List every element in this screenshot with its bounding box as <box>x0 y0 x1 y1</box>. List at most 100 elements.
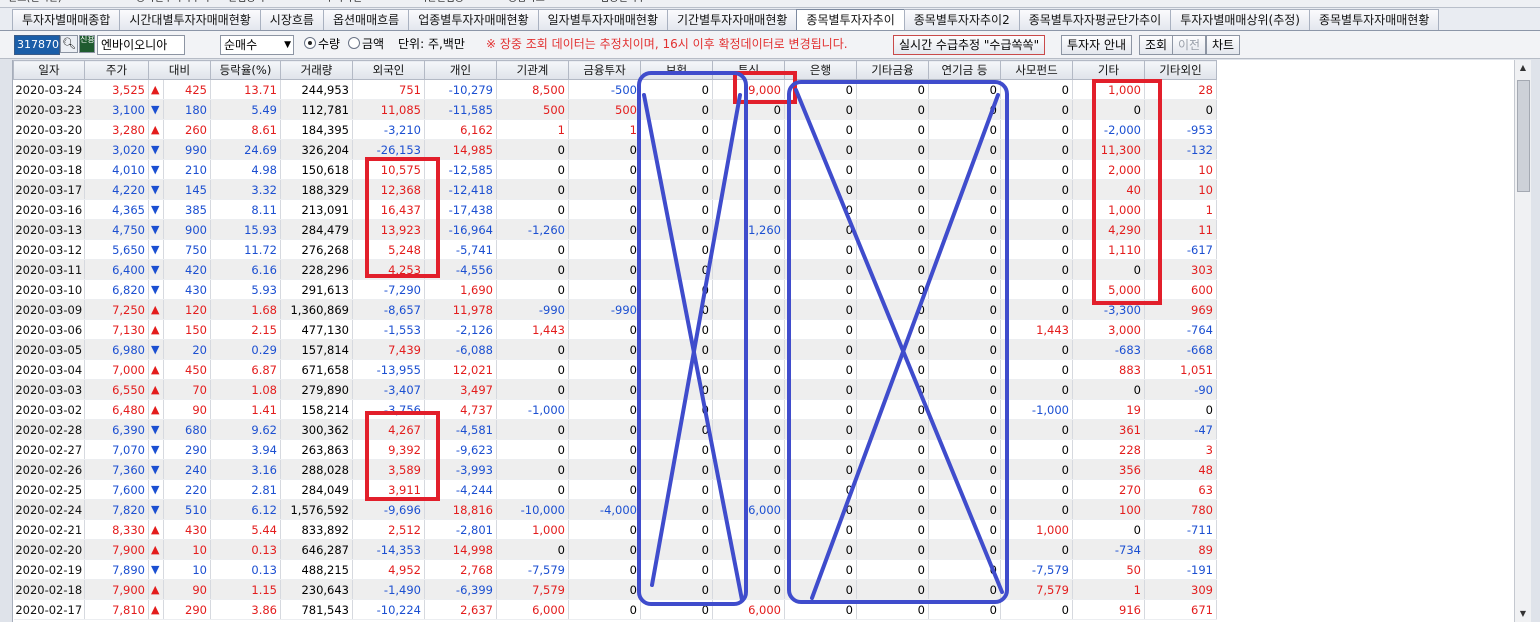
tab-0[interactable]: 투자자별매매종합 <box>12 9 121 30</box>
cell-investor-value: 0 <box>856 219 929 240</box>
table-row[interactable]: 2020-03-24 3,525 ▲ 425 13.71 244,953 751 -10,27… <box>13 79 1217 100</box>
table-row[interactable]: 2020-03-11 6,400 ▼ 420 6.16 228,296 4,253 -4,55… <box>13 259 1217 280</box>
cell-investor-value: 7,439 <box>352 339 425 360</box>
tab-2[interactable]: 시장흐름 <box>259 9 324 30</box>
table-row[interactable]: 2020-02-19 7,890 ▼ 10 0.13 488,215 4,952 2,768-… <box>13 559 1217 580</box>
window-tab-top[interactable]: 기간별업종 <box>418 0 464 5</box>
table-row[interactable]: 2020-02-27 7,070 ▼ 290 3.94 263,863 9,392 -9,62… <box>13 439 1217 460</box>
table-row[interactable]: 2020-03-16 4,365 ▼ 385 8.11 213,091 16,437 -17,… <box>13 199 1217 220</box>
column-header[interactable]: 일자 <box>13 60 85 80</box>
tab-1[interactable]: 시간대별투자자매매현황 <box>119 9 261 30</box>
cell-date: 2020-03-17 <box>13 179 85 200</box>
cell-investor-value: -11,585 <box>424 99 497 120</box>
table-row[interactable]: 2020-02-20 7,900 ▲ 10 0.13 646,287 -14,353 14,9… <box>13 539 1217 560</box>
table-row[interactable]: 2020-03-19 3,020 ▼ 990 24.69 326,204 -26,153 14… <box>13 139 1217 160</box>
query-button[interactable]: 조회 <box>1139 35 1174 55</box>
column-header[interactable]: 등락율(%) <box>210 60 281 80</box>
cell-investor-value: 0 <box>712 579 785 600</box>
radio-amount[interactable]: 금액 <box>348 35 384 53</box>
realtime-supply-button[interactable]: 실시간 수급추정 "수급쏙쏙" <box>893 35 1046 55</box>
cell-investor-value: 0 <box>496 479 569 500</box>
cell-investor-value: 0 <box>712 99 785 120</box>
window-tab-top[interactable]: 종합차트 <box>508 0 545 5</box>
investor-guide-button[interactable]: 투자자 안내 <box>1061 35 1133 55</box>
column-header[interactable]: 거래량 <box>280 60 353 80</box>
scroll-down-icon[interactable]: ▼ <box>1515 606 1531 622</box>
cell-investor-value: 0 <box>928 559 1001 580</box>
vertical-scrollbar[interactable]: ▲ ▼ <box>1514 60 1531 622</box>
column-header[interactable]: 기타 <box>1072 60 1145 80</box>
table-row[interactable]: 2020-02-24 7,820 ▼ 510 6.12 1,576,592 -9,696 18… <box>13 499 1217 520</box>
column-header[interactable]: 금융투자 <box>568 60 641 80</box>
column-header[interactable]: 주가 <box>84 60 149 80</box>
column-header[interactable]: 기관계 <box>496 60 569 80</box>
cell-rate: 1.08 <box>210 379 281 400</box>
table-row[interactable]: 2020-03-23 3,100 ▼ 180 5.49 112,781 11,085 -11,… <box>13 99 1217 120</box>
table-row[interactable]: 2020-03-02 6,480 ▲ 90 1.41 158,214 -3,756 4,737… <box>13 399 1217 420</box>
cell-diff: 120 <box>163 299 211 320</box>
column-header[interactable]: 보험 <box>640 60 713 80</box>
table-row[interactable]: 2020-02-18 7,900 ▲ 90 1.15 230,643 -1,490 -6,39… <box>13 579 1217 600</box>
table-row[interactable]: 2020-02-17 7,810 ▲ 290 3.86 781,543 -10,224 2,6… <box>13 599 1217 620</box>
radio-qty[interactable]: 수량 <box>304 35 340 53</box>
table-row[interactable]: 2020-02-26 7,360 ▼ 240 3.16 288,028 3,589 -3,99… <box>13 459 1217 480</box>
tab-10[interactable]: 투자자별매매상위(추정) <box>1170 9 1310 30</box>
cell-date: 2020-02-28 <box>13 419 85 440</box>
cell-rate: 4.98 <box>210 159 281 180</box>
column-header[interactable]: 외국인 <box>352 60 425 80</box>
cell-investor-value: 500 <box>568 99 641 120</box>
tab-11[interactable]: 종목별투자자매매현황 <box>1308 9 1440 30</box>
table-row[interactable]: 2020-03-03 6,550 ▲ 70 1.08 279,890 -3,407 3,497… <box>13 379 1217 400</box>
tab-5[interactable]: 일자별투자자매매현황 <box>537 9 669 30</box>
tab-4[interactable]: 업종별투자자매매현황 <box>408 9 539 30</box>
cell-investor-value: 7,579 <box>1000 579 1073 600</box>
scrollbar-thumb[interactable] <box>1517 80 1530 192</box>
magnifier-icon[interactable]: 🔍︎ <box>60 35 78 53</box>
cell-price: 6,980 <box>84 339 149 360</box>
table-row[interactable]: 2020-03-20 3,280 ▲ 260 8.61 184,395 -3,210 6,16… <box>13 119 1217 140</box>
table-row[interactable]: 2020-03-17 4,220 ▼ 145 3.32 188,329 12,368 -12,… <box>13 179 1217 200</box>
cell-investor-value: 1 <box>1144 199 1217 220</box>
tab-8[interactable]: 종목별투자자추이2 <box>903 9 1020 30</box>
prev-button[interactable]: 이전 <box>1172 35 1207 55</box>
column-header[interactable]: 기타금융 <box>856 60 929 80</box>
tab-6[interactable]: 기간별투자자매매현황 <box>667 9 798 30</box>
table-row[interactable]: 2020-03-06 7,130 ▲ 150 2.15 477,130 -1,553 -2,1… <box>13 319 1217 340</box>
table-row[interactable]: 2020-03-18 4,010 ▼ 210 4.98 150,618 10,575 -12,… <box>13 159 1217 180</box>
table-row[interactable]: 2020-02-28 6,390 ▼ 680 9.62 300,362 4,267 -4,58… <box>13 419 1217 440</box>
chart-button[interactable]: 차트 <box>1206 35 1241 55</box>
tab-3[interactable]: 옵션매매흐름 <box>322 9 410 30</box>
mode-select[interactable]: 순매수 ▼ <box>220 35 294 55</box>
tab-7[interactable]: 종목별투자자추이 <box>796 9 905 30</box>
cell-investor-value: 0 <box>928 219 1001 240</box>
table-row[interactable]: 2020-02-25 7,600 ▼ 220 2.81 284,049 3,911 -4,24… <box>13 479 1217 500</box>
table-row[interactable]: 2020-03-04 7,000 ▲ 450 6.87 671,658 -13,955 12,… <box>13 359 1217 380</box>
column-header[interactable]: 은행 <box>784 60 857 80</box>
table-row[interactable]: 2020-03-12 5,650 ▼ 750 11.72 276,268 5,248 -5,7… <box>13 239 1217 260</box>
cell-investor-value: 0 <box>1000 239 1073 260</box>
cell-investor-value: 0 <box>928 199 1001 220</box>
scroll-up-icon[interactable]: ▲ <box>1515 60 1531 76</box>
column-header[interactable]: 투신 <box>712 60 785 80</box>
cell-investor-value: 0 <box>1144 99 1217 120</box>
window-tab-top[interactable]: 관심종목 <box>228 0 265 5</box>
table-row[interactable]: 2020-02-21 8,330 ▲ 430 5.44 833,892 2,512 -2,80… <box>13 519 1217 540</box>
column-header[interactable]: 대비 <box>148 60 211 80</box>
stock-name-field[interactable]: 엔바이오니아 <box>97 35 185 55</box>
table-row[interactable]: 2020-03-05 6,980 ▼ 20 0.29 157,814 7,439 -6,088… <box>13 339 1217 360</box>
window-tab-top[interactable]: 업종별지수 <box>600 0 646 5</box>
stock-code-input[interactable]: 317870 <box>14 35 60 55</box>
table-row[interactable]: 2020-03-09 7,250 ▲ 120 1.68 1,360,869 -8,657 11… <box>13 299 1217 320</box>
tab-9[interactable]: 종목별투자자평균단가추이 <box>1018 9 1172 30</box>
table-row[interactable]: 2020-03-10 6,820 ▼ 430 5.93 291,613 -7,290 1,69… <box>13 279 1217 300</box>
column-header[interactable]: 개인 <box>424 60 497 80</box>
triangle-up-icon: ▲ <box>148 519 164 540</box>
window-tab-top[interactable]: 잔고(실시간) <box>8 0 62 5</box>
column-header[interactable]: 기타외인 <box>1144 60 1217 80</box>
window-tab-top[interactable]: 종목별투자자추이 <box>136 0 210 5</box>
column-header[interactable]: 사모펀드 <box>1000 60 1073 80</box>
column-header[interactable]: 연기금 등 <box>928 60 1001 80</box>
cell-volume: 150,618 <box>280 159 353 180</box>
table-row[interactable]: 2020-03-13 4,750 ▼ 900 15.93 284,479 13,923 -16… <box>13 219 1217 240</box>
window-tab-top[interactable]: 투자자별 <box>325 0 362 5</box>
